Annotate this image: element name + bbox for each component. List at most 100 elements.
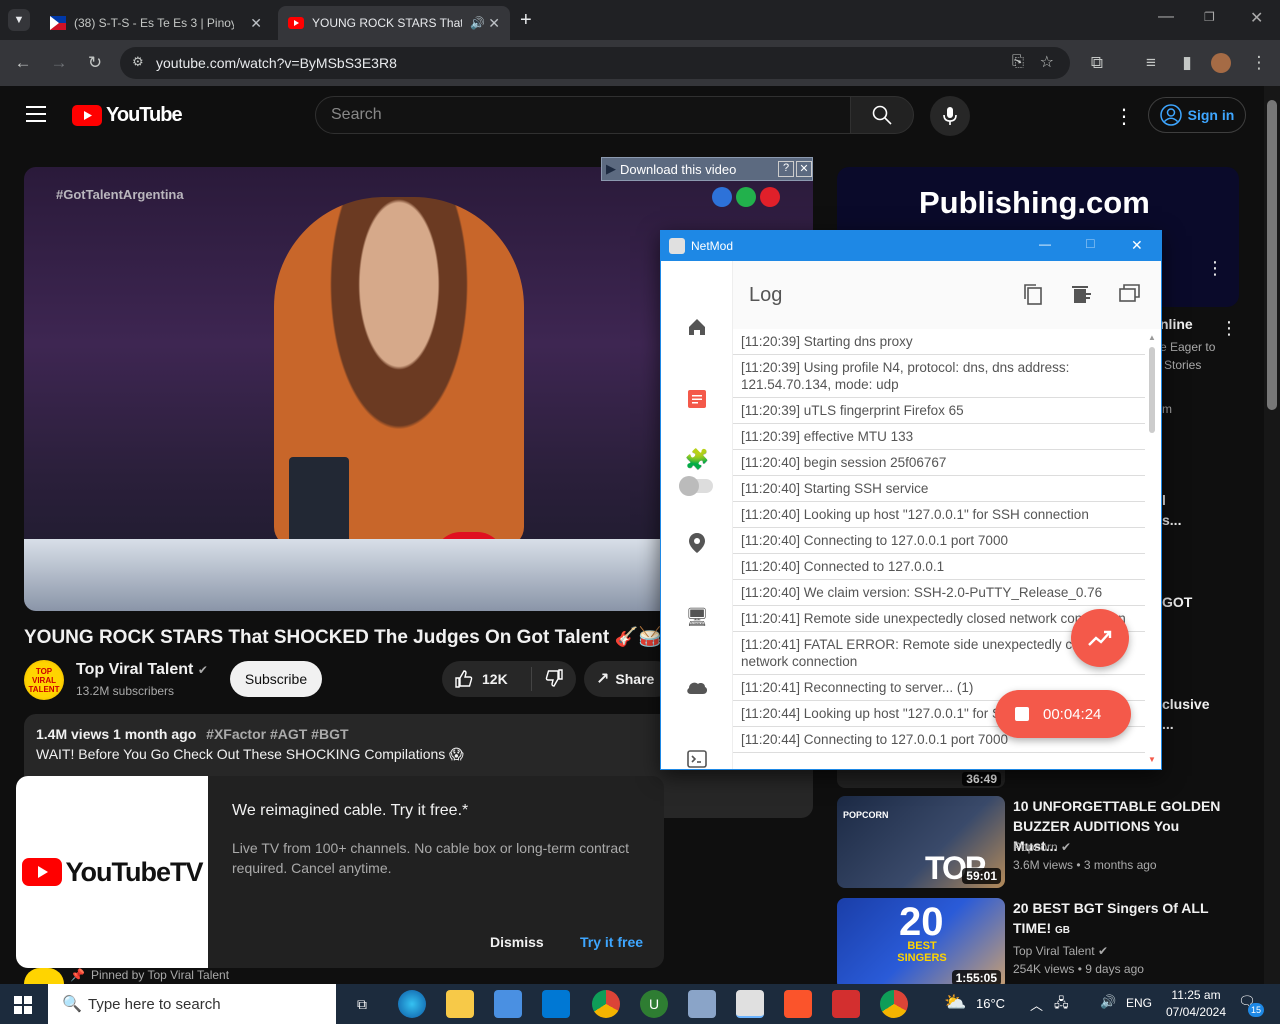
window-mode-icon[interactable] <box>1119 283 1141 308</box>
new-tab-button[interactable]: + <box>520 9 532 32</box>
close-icon[interactable]: ✕ <box>1131 237 1143 254</box>
weather-temp[interactable]: 16°C <box>976 996 1005 1011</box>
reload-icon[interactable]: ↻ <box>84 52 106 74</box>
notification-icon[interactable]: 🗨 15 <box>1238 993 1264 1017</box>
close-icon[interactable]: ✕ <box>250 15 262 32</box>
dismiss-button[interactable]: Dismiss <box>490 934 544 950</box>
browser-tab-active[interactable]: YOUNG ROCK STARS That S 🔊 ✕ <box>278 6 510 40</box>
home-icon[interactable] <box>683 313 711 341</box>
task-view-icon[interactable]: ⧉ <box>348 990 376 1018</box>
tab-search-button[interactable]: ▼ <box>8 9 30 31</box>
clock[interactable]: 11:25 am 07/04/2024 <box>1162 987 1230 1021</box>
help-icon[interactable]: ? <box>778 161 794 177</box>
language-indicator[interactable]: ENG <box>1126 996 1152 1010</box>
uc-app-icon[interactable]: U <box>640 990 668 1018</box>
location-pin-icon[interactable] <box>683 529 711 557</box>
stop-connection-button[interactable]: 00:04:24 <box>995 690 1131 738</box>
ad-menu-icon[interactable]: ⋮ <box>1206 258 1224 279</box>
hashtags[interactable]: #XFactor #AGT #BGT <box>206 726 348 742</box>
cloud-icon[interactable] <box>683 673 711 701</box>
media-control-icon[interactable]: ≡ <box>1140 52 1162 74</box>
stats-button[interactable] <box>1071 609 1129 667</box>
voice-search-button[interactable] <box>930 96 970 136</box>
side-panel-icon[interactable]: ▮ <box>1176 52 1198 74</box>
volume-icon[interactable]: 🔊 <box>1100 994 1116 1010</box>
restore-icon[interactable]: ❐ <box>1204 10 1215 24</box>
sidebar-partial-text: clusive <box>1162 696 1210 712</box>
scrollbar-thumb[interactable] <box>1149 347 1155 433</box>
recommended-video[interactable]: 20 BEST SINGERS 1:55:05 20 BEST BGT Sing… <box>837 898 1257 990</box>
menu-kebab-icon[interactable]: ⋮ <box>1248 52 1270 74</box>
mail-icon[interactable] <box>542 990 570 1018</box>
youtube-play-icon <box>21 858 62 886</box>
partial-thumbnail[interactable]: 36:49 <box>837 768 1005 788</box>
like-dislike-bar: 12K <box>442 661 576 697</box>
file-explorer-icon[interactable] <box>446 990 474 1018</box>
minimize-icon[interactable]: — <box>1039 237 1051 251</box>
chrome-active-icon[interactable] <box>880 990 908 1018</box>
forward-icon[interactable]: → <box>48 52 70 74</box>
close-window-icon[interactable]: ✕ <box>1250 8 1263 28</box>
weather-icon[interactable]: ⛅ <box>944 992 966 1013</box>
minimize-icon[interactable]: — <box>1158 8 1174 26</box>
scroll-up-arrow[interactable]: ▲ <box>1148 333 1156 342</box>
search-button[interactable] <box>850 96 914 134</box>
toggle-switch[interactable] <box>679 476 713 496</box>
recommended-video[interactable]: POPCORN TOP 10 59:01 10 UNFORGETTABLE GO… <box>837 796 1257 888</box>
plugin-icon[interactable]: 🧩 <box>683 445 711 473</box>
copy-icon[interactable] <box>1023 283 1043 310</box>
scroll-down-arrow[interactable]: ▼ <box>1148 755 1156 764</box>
page-scrollbar[interactable] <box>1264 86 1280 984</box>
browser-tab[interactable]: (38) S-T-S - Es Te Es 3 | Pinoy Int ✕ <box>40 6 272 40</box>
address-bar[interactable]: ⚙ youtube.com/watch?v=ByMSbS3E3R8 ⎘ ☆ <box>120 47 1070 79</box>
device-icon[interactable]: 🖥 <box>683 603 711 631</box>
brave-icon[interactable] <box>784 990 812 1018</box>
start-windows-icon[interactable] <box>14 996 32 1014</box>
channel-name-text: Top Viral Talent <box>76 661 194 678</box>
sign-in-button[interactable]: Sign in <box>1148 97 1246 133</box>
video-thumbnail[interactable]: POPCORN TOP 10 59:01 <box>837 796 1005 888</box>
scrollbar-thumb[interactable] <box>1267 100 1277 410</box>
download-video-banner[interactable]: ▶ Download this video ? ✕ <box>601 157 813 181</box>
speaker-icon[interactable]: 🔊 <box>470 16 485 30</box>
extensions-icon[interactable]: ⧉ <box>1086 52 1108 74</box>
tab-title: (38) S-T-S - Es Te Es 3 | Pinoy Int <box>74 16 234 30</box>
log-heading: Log <box>749 284 783 306</box>
youtube-tv-logo: YouTubeTV <box>16 776 208 968</box>
profile-avatar[interactable] <box>1210 52 1232 74</box>
youtube-logo[interactable]: YouTube <box>72 104 183 127</box>
subscribe-button[interactable]: Subscribe <box>230 661 322 697</box>
clear-log-icon[interactable] <box>1071 283 1091 310</box>
terminal-icon[interactable] <box>683 745 711 773</box>
taskbar-search-input[interactable]: 🔍 Type here to search <box>48 984 336 1024</box>
video-thumbnail[interactable]: 20 BEST SINGERS 1:55:05 <box>837 898 1005 990</box>
editor-app-icon[interactable] <box>688 990 716 1018</box>
channel-avatar[interactable]: TOP VIRAL TALENT <box>24 660 64 700</box>
tray-chevron-icon[interactable]: ︿ <box>1030 995 1043 1014</box>
log-scrollbar[interactable]: ▲ ▼ <box>1148 333 1156 765</box>
edge-icon[interactable] <box>398 990 426 1018</box>
channel-name[interactable]: Top Viral Talent ✔ <box>76 661 208 679</box>
back-icon[interactable]: ← <box>12 52 34 74</box>
settings-kebab-icon[interactable]: ⋮ <box>1114 104 1134 129</box>
hamburger-menu-icon[interactable] <box>26 106 46 122</box>
like-button[interactable]: 12K <box>442 667 532 691</box>
network-icon[interactable]: 🖧 <box>1054 994 1069 1016</box>
sidebar-menu-icon[interactable]: ⋮ <box>1220 318 1238 339</box>
close-icon[interactable]: ✕ <box>796 161 812 177</box>
netmod-taskbar-icon[interactable] <box>736 990 764 1018</box>
site-settings-icon[interactable]: ⚙ <box>132 54 144 70</box>
store-icon[interactable] <box>494 990 522 1018</box>
search-input[interactable]: Search <box>315 96 851 134</box>
clock-time: 11:25 am <box>1171 988 1221 1002</box>
log-icon[interactable] <box>683 385 711 413</box>
bookmark-star-icon[interactable]: ☆ <box>1040 52 1054 72</box>
close-icon[interactable]: ✕ <box>488 15 500 32</box>
maximize-icon[interactable]: ☐ <box>1085 237 1096 251</box>
try-free-button[interactable]: Try it free <box>580 934 643 950</box>
install-app-icon[interactable]: ⎘ <box>1012 53 1024 70</box>
red-app-icon[interactable] <box>832 990 860 1018</box>
dislike-button[interactable] <box>532 668 564 691</box>
chrome-icon[interactable] <box>592 990 620 1018</box>
netmod-titlebar[interactable]: NetMod — ☐ ✕ <box>661 231 1161 261</box>
